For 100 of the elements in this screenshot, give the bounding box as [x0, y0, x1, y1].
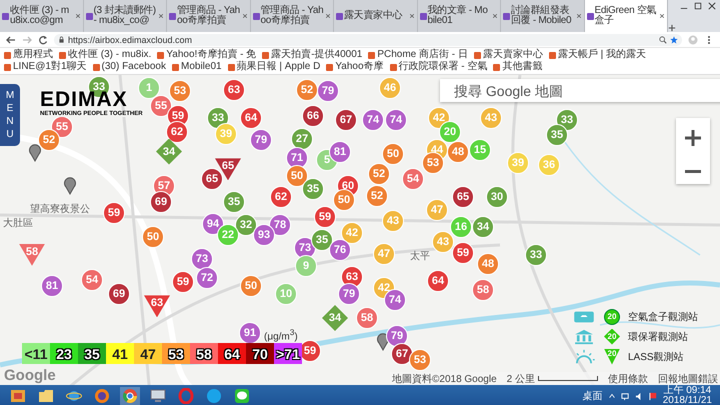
circle-marker[interactable]: 52	[366, 185, 388, 208]
circle-marker[interactable]: 59	[172, 271, 194, 294]
circle-marker[interactable]: 59	[314, 206, 336, 228]
circle-marker[interactable]: 35	[223, 191, 245, 214]
bookmark-link[interactable]: Yahoo!奇摩拍賣 - 免	[157, 49, 256, 61]
circle-marker[interactable]: 69	[108, 282, 130, 305]
search-field[interactable]: 搜尋 Google 地圖	[440, 79, 720, 102]
circle-marker[interactable]: 65	[201, 168, 223, 190]
browser-tab[interactable]: 管理商品 - Yahoo奇摩拍賣	[250, 0, 334, 32]
ring-icon	[178, 388, 194, 404]
close-icon	[659, 13, 665, 19]
circle-marker[interactable]: 48	[447, 141, 469, 164]
terms-link[interactable]: 使用條款	[608, 372, 648, 385]
address-bar[interactable]: https://airbox.edimaxcloud.com	[54, 34, 682, 46]
circle-marker[interactable]: 74	[362, 109, 384, 132]
browser-tab[interactable]: 管理商品 - Yahoo奇摩拍賣	[167, 0, 250, 32]
sample-marker: 20	[604, 348, 620, 364]
circle-marker[interactable]: 67	[335, 108, 357, 130]
legend-swatch: 35	[78, 343, 106, 364]
circle-marker[interactable]: 72	[196, 266, 218, 289]
browser-tab[interactable]: 討論群組發表回覆 - Mobile0	[501, 0, 584, 32]
circle-marker[interactable]: 50	[382, 143, 404, 166]
circle-marker[interactable]: 50	[142, 226, 164, 248]
bookmark-link[interactable]: PChome 商店街 - 日	[368, 49, 468, 61]
circle-marker[interactable]: 33	[207, 106, 229, 129]
bookmark-link[interactable]: 收件匣 (3) - mu8ix.	[59, 49, 152, 61]
browser-tab[interactable]: EdiGreen 空氣盒子	[584, 0, 668, 32]
menu-tab[interactable]: MENU	[0, 84, 20, 146]
circle-marker[interactable]: 66	[302, 104, 324, 127]
back-arrow-icon	[6, 34, 16, 44]
lock-icon	[58, 36, 65, 43]
bookmark-link[interactable]: LINE@1對1聊天	[4, 61, 87, 73]
circle-marker[interactable]: 48	[477, 252, 499, 275]
circle-marker[interactable]: 79	[250, 128, 272, 151]
search-icon	[659, 36, 667, 44]
ring-icon	[122, 388, 138, 404]
circle-marker[interactable]: 27	[291, 128, 313, 150]
browser-tab[interactable]: (3 封未讀郵件) - mu8ix_co@	[84, 0, 167, 32]
circle-marker[interactable]: 35	[546, 124, 568, 146]
bookmark-link[interactable]: 應用程式	[4, 49, 53, 61]
bookmark-link[interactable]: 其他書籤	[493, 61, 542, 73]
legend-swatch: <11	[22, 343, 50, 364]
bookmark-link[interactable]: 露天帳戶 | 我的露天	[548, 49, 646, 61]
report-link[interactable]: 回報地圖錯誤	[658, 372, 718, 385]
circle-marker[interactable]: 35	[302, 178, 324, 200]
plus-icon	[668, 24, 676, 32]
bookmark-link[interactable]: (30) Facebook	[92, 61, 166, 73]
circle-marker[interactable]: 35	[311, 228, 333, 251]
circle-marker[interactable]: 74	[385, 109, 407, 132]
circle-marker[interactable]: 50	[333, 188, 355, 211]
bookmark-link[interactable]: 蘋果日報 | Apple D	[228, 61, 320, 73]
chat-bubble-icon	[234, 388, 250, 404]
circle-marker[interactable]: 93	[253, 224, 275, 246]
circle-marker[interactable]: 63	[223, 79, 245, 102]
bookmark-link[interactable]: 露天賣家中心	[474, 49, 543, 61]
circle-marker[interactable]: 52	[38, 128, 60, 151]
star-icon	[670, 36, 678, 44]
circle-marker[interactable]: 50	[286, 164, 308, 187]
circle-marker[interactable]: 62	[270, 186, 292, 208]
circle-marker[interactable]: 64	[427, 270, 449, 292]
circle-marker[interactable]: 33	[525, 244, 547, 266]
browser-tab[interactable]: 收件匣 (3) - mu8ix.co@gm	[0, 0, 84, 32]
close-icon	[708, 2, 716, 10]
circle-marker[interactable]: 71	[286, 146, 308, 169]
circle-marker[interactable]: 53	[409, 348, 431, 371]
circle-marker[interactable]: 65	[452, 186, 474, 208]
circle-marker[interactable]: 58	[472, 279, 494, 302]
circle-marker[interactable]: 53	[169, 80, 191, 102]
circle-marker[interactable]: 79	[317, 80, 339, 102]
circle-marker[interactable]: 81	[329, 140, 351, 163]
circle-marker[interactable]: 58	[356, 306, 378, 329]
circle-marker[interactable]: 32	[235, 214, 257, 236]
browser-tab[interactable]: 露天賣家中心	[334, 0, 418, 32]
circle-marker[interactable]: 62	[166, 120, 188, 143]
desktop-label[interactable]: 桌面	[582, 389, 603, 403]
circle-marker[interactable]: 59	[103, 202, 125, 224]
circle-marker[interactable]: 30	[486, 186, 508, 208]
browser-tab[interactable]: 我的文章 - Mobile01	[418, 0, 501, 32]
bookmark-link[interactable]: 露天拍賣-提供40001	[262, 49, 362, 61]
bookmark-link[interactable]: Mobile01	[172, 61, 222, 73]
circle-marker[interactable]: 55	[150, 95, 172, 118]
circle-marker[interactable]: 33	[556, 109, 578, 132]
circle-marker[interactable]: 78	[269, 214, 291, 236]
circle-marker[interactable]: 59	[452, 242, 474, 264]
circle-marker[interactable]: 50	[240, 274, 262, 297]
circle-marker[interactable]: 73	[191, 248, 213, 270]
bookmark-link[interactable]: Yahoo奇摩	[326, 61, 384, 73]
circle-marker[interactable]: 52	[368, 162, 390, 185]
circle-marker[interactable]: 81	[41, 274, 63, 297]
bookmark-link[interactable]: 行政院環保署 - 空氣	[390, 61, 488, 73]
circle-marker[interactable]: 53	[422, 152, 444, 174]
circle-marker[interactable]: 34	[472, 216, 494, 238]
circle-marker[interactable]: 69	[150, 191, 172, 214]
circle-marker[interactable]: 79	[338, 282, 360, 305]
circle-marker[interactable]: 64	[240, 106, 262, 129]
circle-marker[interactable]: 54	[402, 168, 424, 190]
circle-marker[interactable]: 52	[296, 79, 318, 102]
circle-marker[interactable]: 63	[341, 266, 363, 288]
circle-marker[interactable]: 91	[239, 322, 261, 344]
circle-marker[interactable]: 54	[81, 268, 103, 291]
